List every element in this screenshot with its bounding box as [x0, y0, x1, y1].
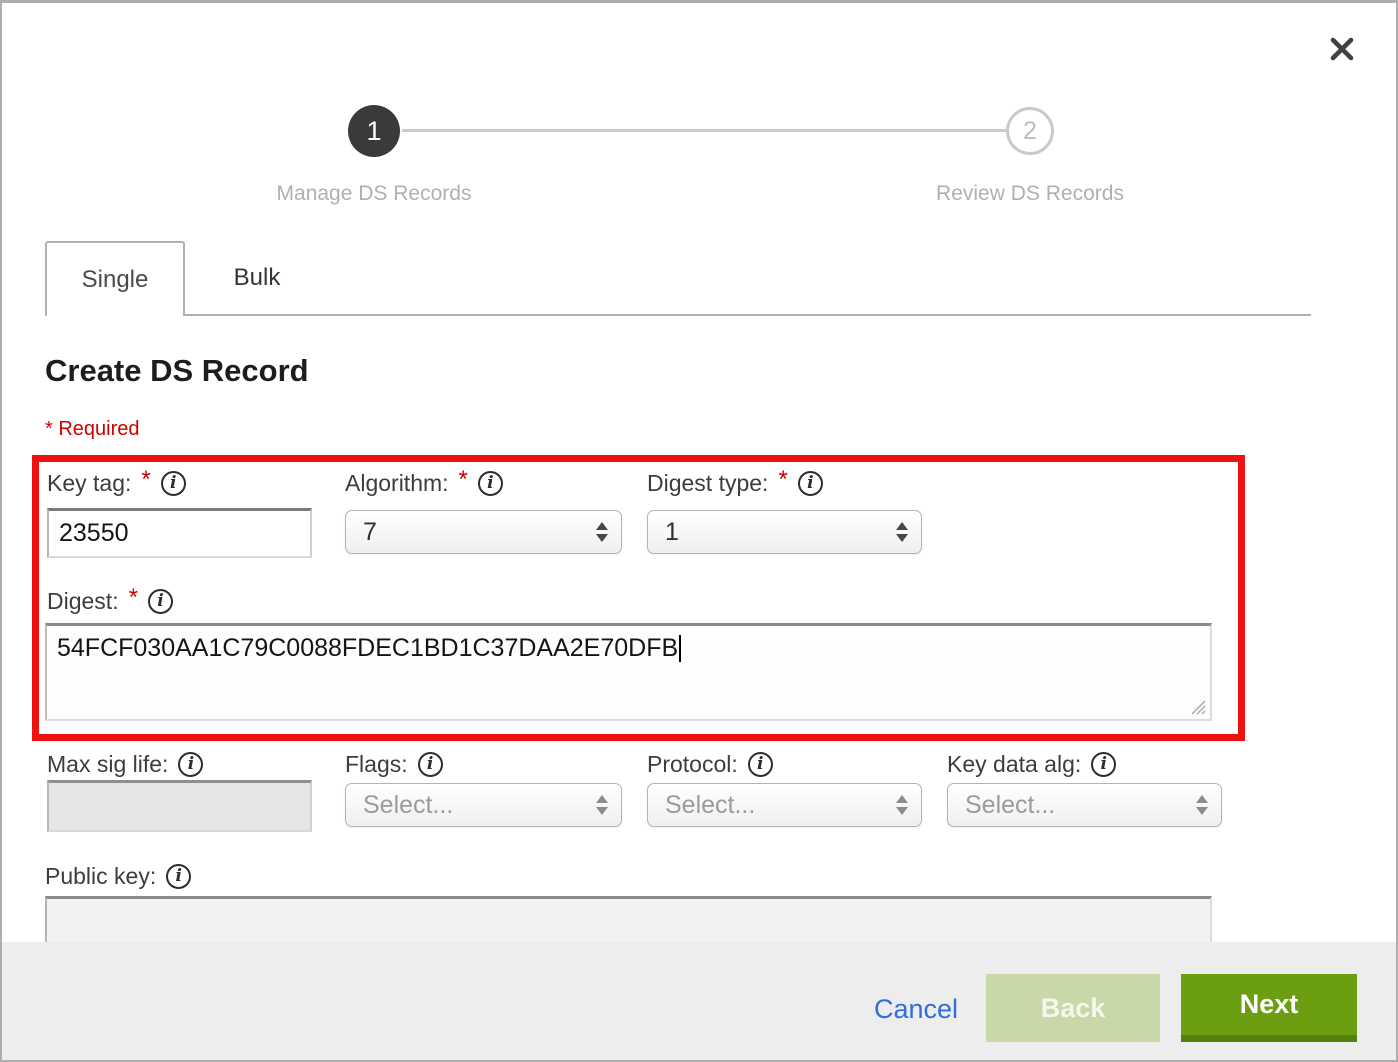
max-sig-life-input — [47, 780, 312, 832]
select-arrows-icon — [1196, 795, 1208, 815]
max-sig-life-label-text: Max sig life: — [47, 751, 168, 778]
required-asterisk: * — [459, 466, 468, 494]
protocol-label-text: Protocol: — [647, 751, 738, 778]
select-arrows-icon — [896, 795, 908, 815]
stepper-connector-line — [402, 129, 1008, 132]
max-sig-life-label: Max sig life: i — [47, 749, 203, 779]
key-data-alg-select[interactable]: Select... — [947, 783, 1222, 827]
required-asterisk: * — [778, 466, 787, 494]
cancel-link[interactable]: Cancel — [874, 994, 958, 1025]
footer-bar: Cancel Back Next — [2, 942, 1396, 1062]
close-icon — [1329, 36, 1355, 62]
protocol-select[interactable]: Select... — [647, 783, 922, 827]
next-button[interactable]: Next — [1181, 974, 1357, 1042]
digest-type-select[interactable]: 1 — [647, 510, 922, 554]
info-icon[interactable]: i — [148, 589, 173, 614]
page-title: Create DS Record — [45, 353, 309, 389]
protocol-label: Protocol: i — [647, 749, 773, 779]
key-data-alg-label-text: Key data alg: — [947, 751, 1081, 778]
back-button: Back — [986, 974, 1160, 1042]
flags-select[interactable]: Select... — [345, 783, 622, 827]
required-asterisk: * — [129, 584, 138, 612]
info-icon[interactable]: i — [478, 471, 503, 496]
tab-single[interactable]: Single — [45, 241, 185, 316]
info-icon[interactable]: i — [748, 752, 773, 777]
algorithm-label: Algorithm: * i — [345, 468, 503, 498]
info-icon[interactable]: i — [178, 752, 203, 777]
tabs-underline — [185, 314, 1311, 316]
create-ds-record-modal: 1 2 Manage DS Records Review DS Records … — [0, 0, 1398, 1062]
algorithm-select[interactable]: 7 — [345, 510, 622, 554]
digest-label-text: Digest: — [47, 588, 119, 615]
close-button[interactable] — [1322, 29, 1362, 69]
info-icon[interactable]: i — [1091, 752, 1116, 777]
key-data-alg-select-value: Select... — [965, 791, 1055, 820]
digest-textarea[interactable]: 54FCF030AA1C79C0088FDEC1BD1C37DAA2E70DFB — [45, 623, 1212, 721]
algorithm-select-value: 7 — [363, 518, 377, 547]
key-tag-label-text: Key tag: — [47, 470, 131, 497]
digest-value: 54FCF030AA1C79C0088FDEC1BD1C37DAA2E70DFB — [57, 634, 678, 662]
select-arrows-icon — [596, 795, 608, 815]
digest-type-select-value: 1 — [665, 518, 679, 547]
step-2-label: Review DS Records — [870, 182, 1190, 206]
step-2-circle: 2 — [1006, 107, 1054, 155]
required-asterisk: * — [141, 466, 150, 494]
digest-label: Digest: * i — [47, 586, 173, 616]
digest-type-label: Digest type: * i — [647, 468, 823, 498]
info-icon[interactable]: i — [418, 752, 443, 777]
public-key-label-text: Public key: — [45, 863, 156, 890]
info-icon[interactable]: i — [161, 471, 186, 496]
step-1-label: Manage DS Records — [214, 182, 534, 206]
tab-bulk[interactable]: Bulk — [187, 243, 327, 313]
protocol-select-value: Select... — [665, 791, 755, 820]
select-arrows-icon — [596, 522, 608, 542]
key-tag-label: Key tag: * i — [47, 468, 186, 498]
flags-label-text: Flags: — [345, 751, 408, 778]
key-data-alg-label: Key data alg: i — [947, 749, 1116, 779]
select-arrows-icon — [896, 522, 908, 542]
digest-type-label-text: Digest type: — [647, 470, 768, 497]
algorithm-label-text: Algorithm: — [345, 470, 449, 497]
flags-select-value: Select... — [363, 791, 453, 820]
text-caret — [679, 635, 681, 662]
required-note: * Required — [45, 418, 140, 441]
info-icon[interactable]: i — [166, 864, 191, 889]
key-tag-input[interactable] — [47, 508, 312, 558]
flags-label: Flags: i — [345, 749, 443, 779]
info-icon[interactable]: i — [798, 471, 823, 496]
resize-grip-icon[interactable] — [1190, 699, 1207, 716]
step-1-circle: 1 — [348, 105, 400, 157]
public-key-label: Public key: i — [45, 861, 191, 891]
